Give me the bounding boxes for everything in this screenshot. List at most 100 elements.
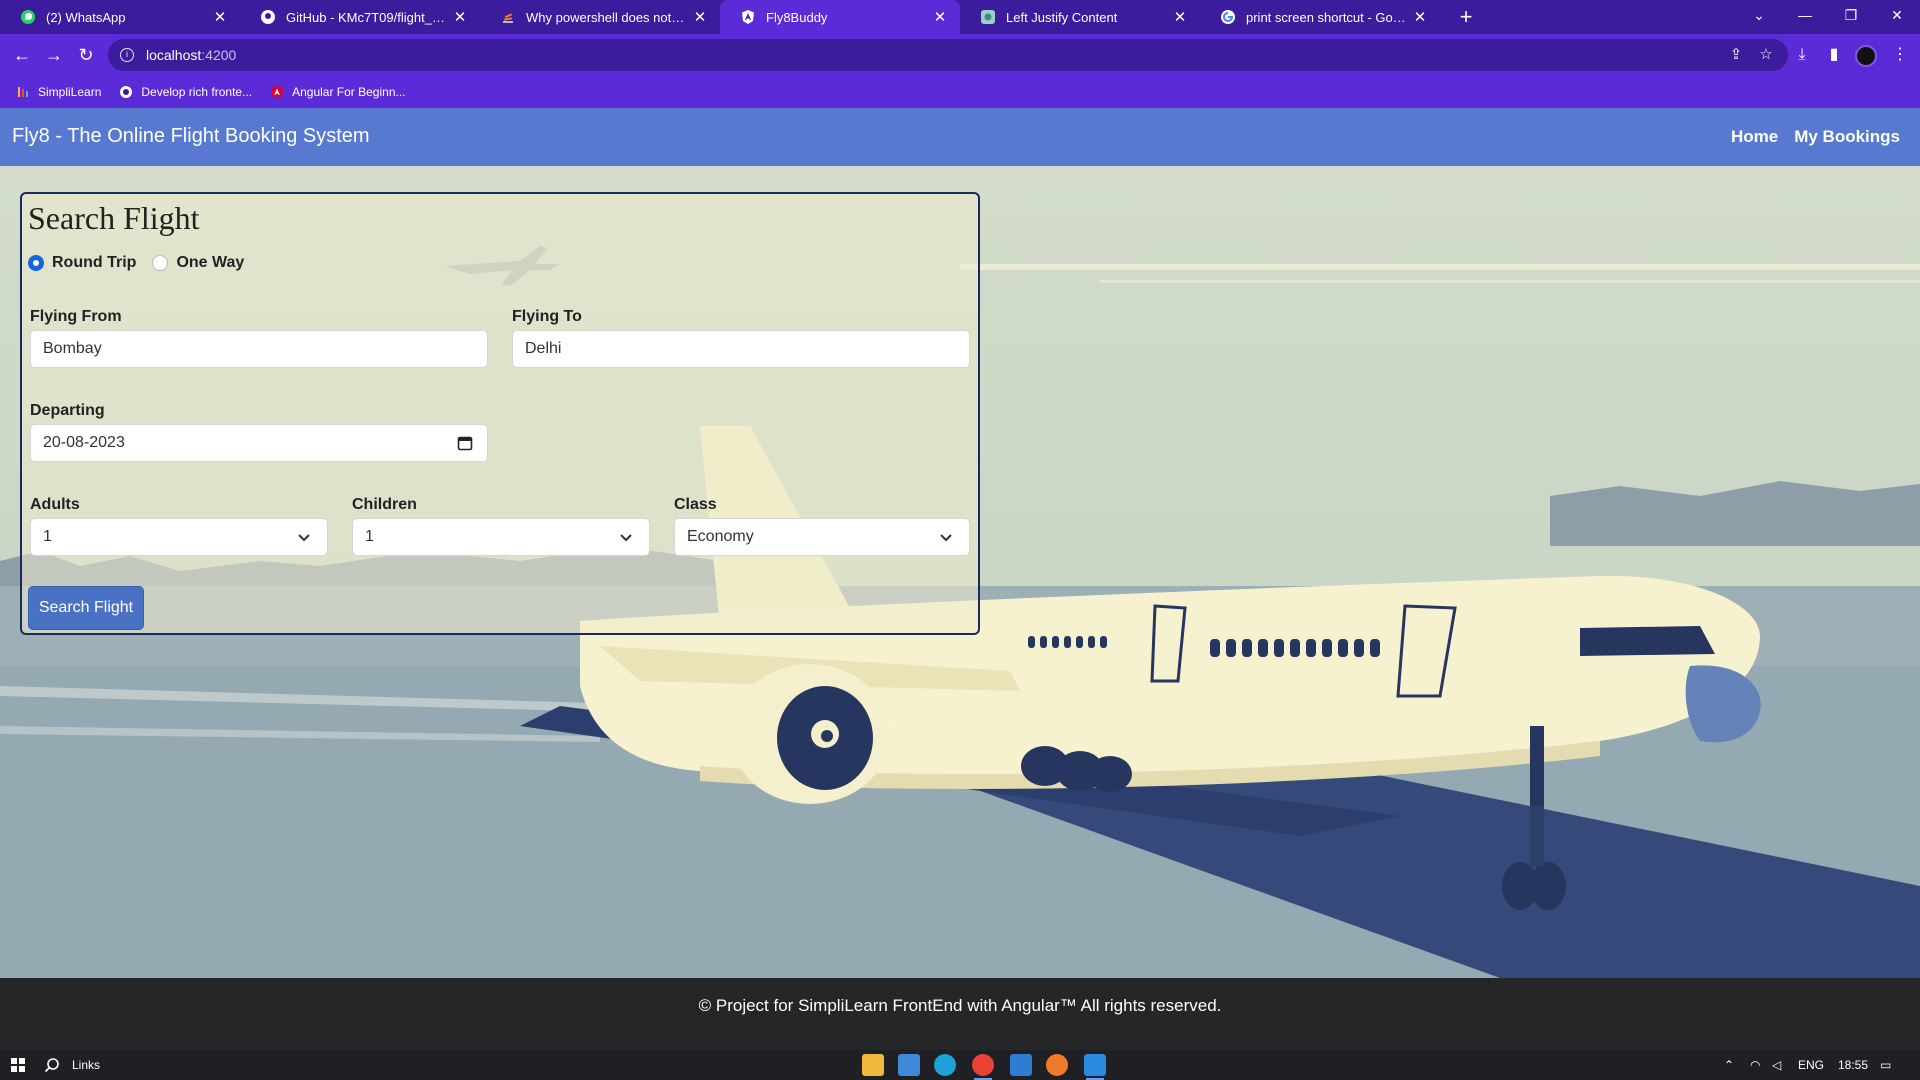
flying-to-label: Flying To xyxy=(512,308,582,325)
address-bar[interactable]: i localhost:4200 ⇪ ☆ xyxy=(108,39,1788,71)
bookmark-angular[interactable]: Angular For Beginn... xyxy=(270,85,406,99)
vscode-icon[interactable] xyxy=(1084,1054,1106,1080)
children-select[interactable]: 1 xyxy=(352,518,650,556)
close-window-button[interactable]: ✕ xyxy=(1874,0,1920,30)
search-icon xyxy=(44,1058,59,1073)
children-value: 1 xyxy=(365,528,374,545)
bookmarks-bar: SimpliLearn Develop rich fronte... Angul… xyxy=(0,76,1920,108)
new-tab-button[interactable]: + xyxy=(1452,3,1480,31)
tab-title: Left Justify Content xyxy=(1006,9,1118,25)
wifi-icon[interactable]: ◠ xyxy=(1750,1055,1760,1075)
simplilearn-icon xyxy=(16,85,30,99)
radio-checked-icon[interactable] xyxy=(28,255,44,271)
language-indicator[interactable]: ENG xyxy=(1798,1055,1824,1075)
nav-home-link[interactable]: Home xyxy=(1731,127,1778,147)
close-tab-icon[interactable]: ✕ xyxy=(1412,8,1428,26)
nav-my-bookings-link[interactable]: My Bookings xyxy=(1794,127,1900,147)
close-tab-icon[interactable]: ✕ xyxy=(212,8,228,26)
angular-icon xyxy=(740,9,756,25)
url-host: localhost xyxy=(146,47,202,63)
back-arrow-icon[interactable]: ← xyxy=(8,41,36,69)
kebab-menu-icon[interactable]: ⋮ xyxy=(1886,41,1914,69)
flying-from-value: Bombay xyxy=(43,340,102,357)
app-icon[interactable] xyxy=(1010,1054,1032,1076)
round-trip-radio[interactable]: Round Trip xyxy=(28,254,136,272)
taskbar-search-label: Links xyxy=(72,1058,101,1072)
download-icon[interactable]: ⤓ xyxy=(1788,41,1816,69)
departing-date-input[interactable]: 20-08-2023 xyxy=(30,424,488,462)
chrome-icon[interactable] xyxy=(972,1054,994,1080)
tab-stackoverflow[interactable]: Why powershell does not run Ang ✕ xyxy=(480,0,720,34)
chevron-down-icon xyxy=(940,534,952,542)
edge-icon[interactable] xyxy=(934,1054,956,1076)
profile-avatar[interactable] xyxy=(1855,45,1877,67)
bookmark-develop[interactable]: Develop rich fronte... xyxy=(119,85,252,99)
adults-select[interactable]: 1 xyxy=(30,518,328,556)
windows-taskbar: Links ⌃ ◠ ◁ ENG 18:55 ▭ xyxy=(0,1050,1920,1080)
volume-icon[interactable]: ◁ xyxy=(1772,1055,1781,1075)
globe-icon xyxy=(119,85,133,99)
class-value: Economy xyxy=(687,528,754,545)
whatsapp-icon xyxy=(20,9,36,25)
flying-from-input[interactable]: Bombay xyxy=(30,330,488,368)
search-flight-card: Search Flight Round Trip One Way Flying … xyxy=(20,192,980,635)
radio-unchecked-icon[interactable] xyxy=(152,255,169,271)
tab-fly8buddy[interactable]: Fly8Buddy ✕ xyxy=(720,0,960,34)
restore-button[interactable]: ❐ xyxy=(1828,0,1874,30)
chevron-down-icon xyxy=(298,534,310,542)
minimize-button[interactable]: — xyxy=(1782,0,1828,30)
stackoverflow-icon xyxy=(500,9,516,25)
one-way-label: One Way xyxy=(176,254,245,271)
angular-icon xyxy=(270,85,284,99)
flying-to-input[interactable]: Delhi xyxy=(512,330,970,368)
tab-title: Fly8Buddy xyxy=(766,9,828,25)
reload-icon[interactable]: ↻ xyxy=(72,41,100,69)
tray-chevron-up-icon[interactable]: ⌃ xyxy=(1724,1055,1734,1075)
windows-start-icon[interactable] xyxy=(10,1055,26,1075)
github-icon xyxy=(260,9,276,25)
browser-tab-strip: (2) WhatsApp ✕ GitHub - KMc7T09/flight_r… xyxy=(0,0,1920,34)
tab-search-chevron-icon[interactable]: ⌄ xyxy=(1736,0,1782,30)
site-info-icon[interactable]: i xyxy=(120,48,134,62)
class-select[interactable]: Economy xyxy=(674,518,970,556)
side-panel-icon[interactable]: ▮ xyxy=(1820,41,1848,69)
blender-icon[interactable] xyxy=(1046,1054,1068,1076)
tab-github[interactable]: GitHub - KMc7T09/flight_reservat ✕ xyxy=(240,0,480,34)
search-flight-title: Search Flight xyxy=(28,200,200,236)
browser-toolbar: ← → ↻ i localhost:4200 ⇪ ☆ ⤓ ▮ ⋮ xyxy=(0,34,1920,76)
adults-value: 1 xyxy=(43,528,52,545)
file-explorer-icon[interactable] xyxy=(862,1054,884,1076)
adults-label: Adults xyxy=(30,496,80,513)
forward-arrow-icon[interactable]: → xyxy=(40,41,68,69)
close-tab-icon[interactable]: ✕ xyxy=(452,8,468,26)
tab-title: print screen shortcut - Google Se xyxy=(1246,9,1406,25)
desktop-app-icon[interactable] xyxy=(898,1054,920,1076)
flying-from-label: Flying From xyxy=(30,308,122,325)
tab-whatsapp[interactable]: (2) WhatsApp ✕ xyxy=(0,0,240,34)
children-label: Children xyxy=(352,496,417,513)
close-tab-icon[interactable]: ✕ xyxy=(692,8,708,26)
departing-label: Departing xyxy=(30,402,105,419)
tab-title: Why powershell does not run Ang xyxy=(526,9,686,25)
one-way-radio[interactable]: One Way xyxy=(152,254,244,272)
clock-time[interactable]: 18:55 xyxy=(1838,1055,1868,1075)
bookmark-simplilearn[interactable]: SimpliLearn xyxy=(16,85,101,99)
app-navbar: Fly8 - The Online Flight Booking System … xyxy=(0,108,1920,166)
nav-links: Home My Bookings xyxy=(1731,127,1900,147)
tab-left-justify[interactable]: Left Justify Content ✕ xyxy=(960,0,1200,34)
calendar-icon[interactable] xyxy=(457,435,473,451)
notifications-icon[interactable]: ▭ xyxy=(1880,1055,1891,1075)
share-icon[interactable]: ⇪ xyxy=(1726,45,1746,65)
brand-title[interactable]: Fly8 - The Online Flight Booking System xyxy=(12,125,370,148)
search-flight-button[interactable]: Search Flight xyxy=(28,586,144,630)
google-icon xyxy=(1220,9,1236,25)
tab-title: GitHub - KMc7T09/flight_reservat xyxy=(286,9,446,25)
tab-title: (2) WhatsApp xyxy=(46,9,126,25)
star-icon[interactable]: ☆ xyxy=(1756,45,1776,65)
tab-google[interactable]: print screen shortcut - Google Se ✕ xyxy=(1200,0,1440,34)
close-tab-icon[interactable]: ✕ xyxy=(932,8,948,26)
flying-to-value: Delhi xyxy=(525,340,562,357)
close-tab-icon[interactable]: ✕ xyxy=(1172,8,1188,26)
taskbar-search[interactable]: Links xyxy=(44,1055,100,1075)
trip-type-group: Round Trip One Way xyxy=(28,254,260,272)
